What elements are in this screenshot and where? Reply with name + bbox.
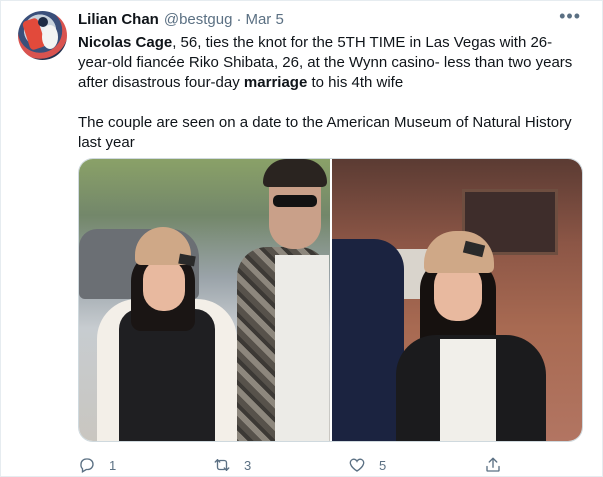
photo-shape bbox=[273, 195, 317, 207]
retweet-button[interactable]: 3 bbox=[213, 455, 251, 475]
more-dots-icon[interactable]: ••• bbox=[559, 7, 581, 25]
photo-right[interactable] bbox=[332, 159, 582, 441]
avatar-shape bbox=[38, 17, 48, 27]
heart-icon bbox=[349, 458, 365, 472]
tweet-paragraph-1: Nicolas Cage, 56, ties the knot for the … bbox=[78, 33, 583, 93]
tweet-paragraph-2: The couple are seen on a date to the Ame… bbox=[78, 114, 572, 151]
text-part-2: to his 4th wife bbox=[307, 74, 404, 91]
photo-shape bbox=[275, 255, 329, 441]
photo-shape bbox=[263, 159, 327, 187]
share-button[interactable] bbox=[484, 455, 502, 475]
action-bar: 1 3 5 bbox=[78, 455, 583, 475]
author-handle[interactable]: @bestgug bbox=[164, 11, 233, 28]
like-count: 5 bbox=[379, 457, 387, 473]
reply-count: 1 bbox=[109, 457, 117, 473]
photo-left[interactable] bbox=[79, 159, 330, 441]
bold-name: Nicolas Cage bbox=[78, 34, 173, 51]
bold-word: marriage bbox=[243, 74, 308, 91]
reply-icon bbox=[80, 458, 94, 473]
photo-shape bbox=[143, 259, 185, 311]
like-button[interactable]: 5 bbox=[348, 455, 386, 475]
tweet-text: Nicolas Cage, 56, ties the knot for the … bbox=[78, 33, 583, 153]
separator-dot: · bbox=[236, 11, 242, 28]
retweet-icon bbox=[214, 459, 230, 471]
reply-button[interactable]: 1 bbox=[78, 455, 116, 475]
photo-shape bbox=[332, 239, 404, 441]
retweet-count: 3 bbox=[244, 457, 252, 473]
tweet-date[interactable]: Mar 5 bbox=[245, 11, 283, 28]
media-grid bbox=[78, 158, 583, 442]
photo-shape bbox=[440, 339, 496, 441]
author-name[interactable]: Lilian Chan bbox=[78, 11, 159, 28]
share-icon bbox=[486, 457, 500, 472]
avatar-shape bbox=[42, 25, 58, 49]
tweet-header: Lilian Chan @bestgug · Mar 5 bbox=[78, 11, 284, 31]
avatar[interactable] bbox=[18, 11, 67, 60]
